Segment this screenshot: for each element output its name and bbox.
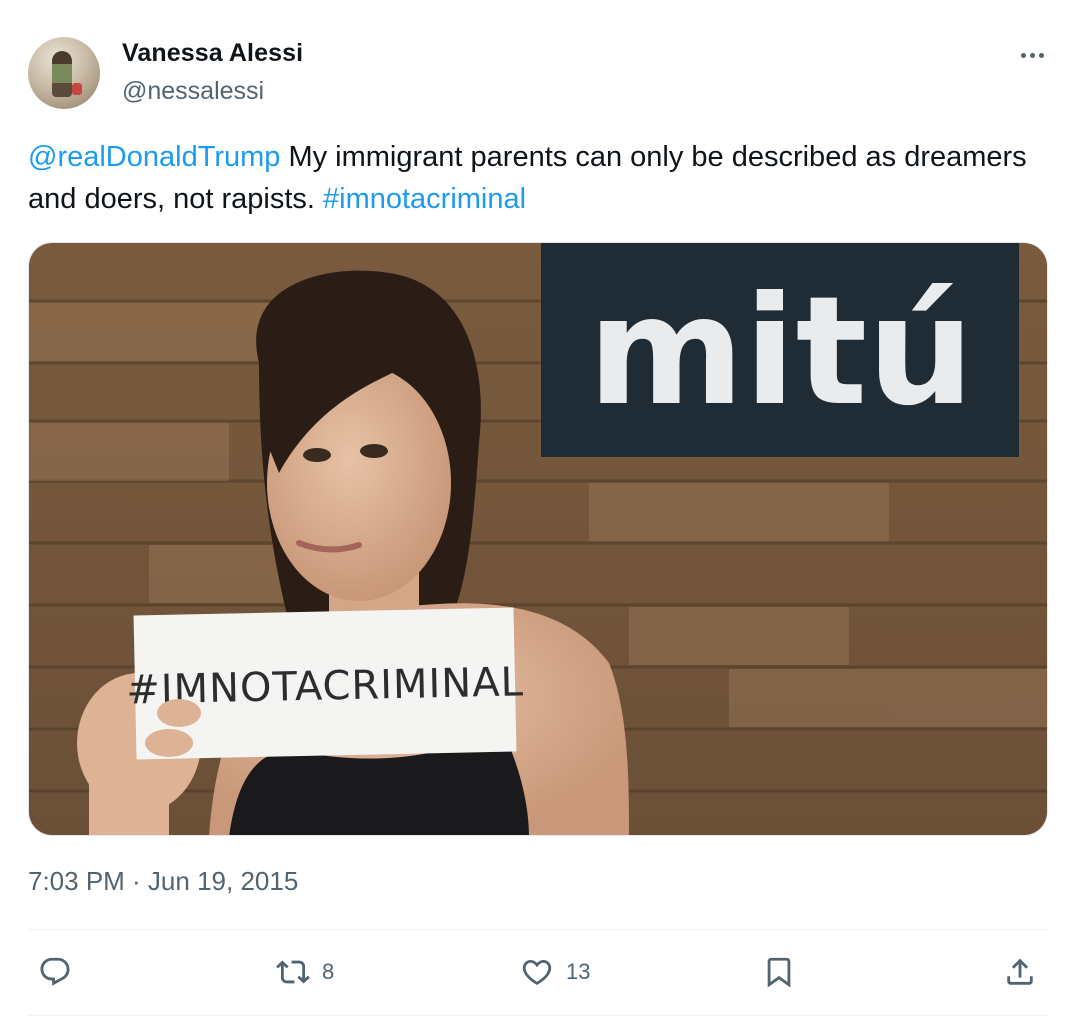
retweet-count: 8 <box>322 959 335 984</box>
user-handle[interactable]: @nessalessi <box>122 77 264 106</box>
reply-button[interactable] <box>38 952 72 992</box>
display-name[interactable]: Vanessa Alessi <box>122 39 303 68</box>
hashtag-link[interactable]: #imnotacriminal <box>323 183 526 215</box>
mention-link[interactable]: @realDonaldTrump <box>28 141 280 173</box>
retweet-icon <box>276 960 310 984</box>
bookmark-button[interactable] <box>762 952 796 992</box>
reply-icon <box>40 957 70 986</box>
bottom-divider <box>28 1015 1048 1016</box>
avatar-detail <box>72 83 82 95</box>
like-button[interactable]: 13 <box>520 952 590 992</box>
avatar-figure <box>52 51 72 97</box>
share-button[interactable] <box>1003 952 1037 992</box>
more-icon[interactable] <box>1012 40 1052 70</box>
tweet-photo[interactable]: mitú #IMNOTACRIMINAL <box>28 242 1048 836</box>
like-count: 13 <box>566 959 591 984</box>
bookmark-icon <box>767 957 791 988</box>
share-icon <box>1007 958 1033 985</box>
avatar[interactable] <box>28 37 100 109</box>
divider <box>28 929 1048 930</box>
tweet-text: @realDonaldTrump My immigrant parents ca… <box>28 136 1038 220</box>
heart-icon <box>522 959 552 985</box>
retweet-button[interactable]: 8 <box>276 952 334 992</box>
tweet-timestamp[interactable]: 7:03 PM · Jun 19, 2015 <box>28 866 298 897</box>
mitu-logo: mitú <box>588 265 974 439</box>
